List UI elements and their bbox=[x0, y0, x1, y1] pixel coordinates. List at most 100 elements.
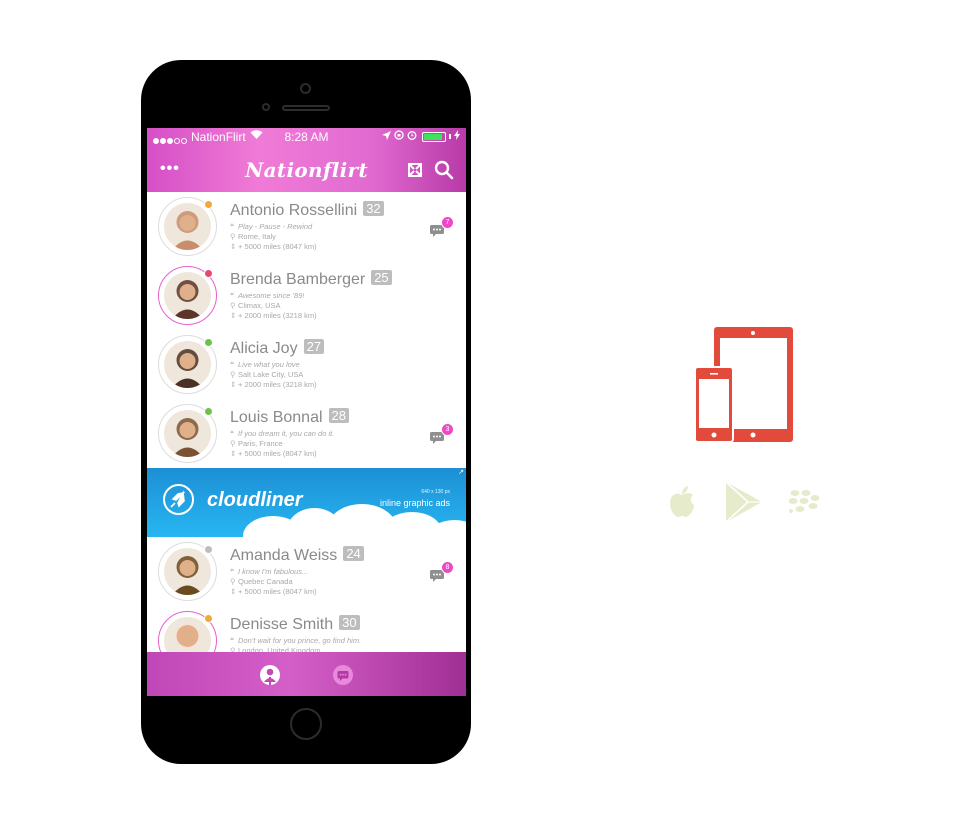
age-badge: 27 bbox=[303, 339, 325, 354]
user-name: Amanda Weiss 24 bbox=[230, 546, 364, 565]
quote-icon: ❝ bbox=[230, 222, 235, 231]
quote-text: Don't wait for you prince, go find him. bbox=[238, 636, 362, 645]
rotation-lock-icon bbox=[394, 130, 404, 143]
search-icon[interactable] bbox=[434, 160, 454, 180]
user-location: ⚲ Paris, France bbox=[230, 439, 283, 448]
app-header: NationFlirt 8:28 AM ••• Nationflirt bbox=[147, 128, 466, 192]
quote-icon: ❝ bbox=[230, 291, 235, 300]
status-dot bbox=[204, 407, 213, 416]
carrier-name: NationFlirt bbox=[191, 130, 246, 144]
age-badge: 24 bbox=[343, 546, 364, 561]
quote-icon: ❝ bbox=[230, 360, 235, 369]
avatar bbox=[164, 410, 211, 457]
distance-icon: ⇕ bbox=[230, 242, 237, 251]
user-distance: ⇕ + 5000 miles (8047 km) bbox=[230, 587, 317, 596]
tab-bar bbox=[147, 652, 466, 696]
chat-bubble-icon[interactable] bbox=[430, 224, 444, 237]
rocket-logo-icon bbox=[163, 484, 194, 515]
age-badge: 32 bbox=[363, 201, 384, 216]
status-icons bbox=[382, 130, 460, 143]
user-quote: ❝ Play - Pause - Rewind bbox=[230, 222, 312, 231]
age-badge: 25 bbox=[371, 270, 392, 285]
pin-icon: ⚲ bbox=[230, 301, 236, 310]
user-list: Antonio Rossellini 32 ❝ Play - Pause - Rewi… bbox=[147, 192, 466, 675]
phone-frame: NationFlirt 8:28 AM ••• Nationflirt Anto… bbox=[141, 60, 471, 764]
user-name: Alicia Joy 27 bbox=[230, 339, 325, 358]
user-name-text: Alicia Joy bbox=[230, 340, 298, 357]
user-row[interactable]: Alicia Joy 27 ❝ Live what you love ⚲ Salt Lak… bbox=[147, 330, 466, 399]
user-row[interactable]: Louis Bonnal 28 ❝ If you dream it, you can … bbox=[147, 399, 466, 468]
status-bar: NationFlirt 8:28 AM bbox=[147, 128, 466, 148]
charging-bolt-icon bbox=[454, 130, 460, 143]
message-count-badge: 7 bbox=[442, 217, 453, 228]
chat-bubble-icon[interactable] bbox=[430, 431, 444, 444]
user-name-text: Brenda Bamberger bbox=[230, 271, 366, 288]
user-name-text: Louis Bonnal bbox=[230, 409, 323, 426]
user-row[interactable]: Amanda Weiss 24 ❝ I know I'm fabulous... ⚲ Qu… bbox=[147, 537, 466, 606]
user-quote: ❝ Don't wait for you prince, go find him. bbox=[230, 636, 361, 645]
status-dot bbox=[204, 545, 213, 554]
alarm-icon bbox=[407, 130, 417, 143]
google-play-icon bbox=[724, 480, 764, 529]
user-distance: ⇕ + 2000 miles (3218 km) bbox=[230, 311, 317, 320]
battery-tip bbox=[449, 134, 451, 139]
blackberry-icon bbox=[788, 489, 820, 520]
location-text: Paris, France bbox=[238, 439, 283, 448]
profile-tab-icon[interactable] bbox=[259, 664, 281, 686]
app-screen: NationFlirt 8:28 AM ••• Nationflirt Anto… bbox=[147, 128, 466, 696]
user-name-text: Antonio Rossellini bbox=[230, 202, 358, 219]
sensor bbox=[262, 103, 270, 111]
apple-icon bbox=[669, 486, 695, 523]
distance-text: + 2000 miles (3218 km) bbox=[238, 311, 317, 320]
ad-info-icon[interactable]: ↗ bbox=[458, 468, 464, 476]
avatar bbox=[164, 341, 211, 388]
status-dot bbox=[204, 200, 213, 209]
pin-icon: ⚲ bbox=[230, 232, 236, 241]
chat-tab-icon[interactable] bbox=[332, 664, 354, 686]
ad-banner[interactable]: cloudliner 640 x 130 px inline graphic a… bbox=[147, 468, 466, 537]
battery-icon bbox=[422, 131, 446, 142]
user-location: ⚲ Climax, USA bbox=[230, 301, 281, 310]
earpiece-speaker bbox=[282, 105, 330, 111]
avatar-ring bbox=[158, 266, 217, 325]
distance-icon: ⇕ bbox=[230, 380, 237, 389]
user-quote: ❝ I know I'm fabulous... bbox=[230, 567, 308, 576]
user-name: Antonio Rossellini 32 bbox=[230, 201, 384, 220]
avatar-ring bbox=[158, 335, 217, 394]
user-distance: ⇕ + 5000 miles (8047 km) bbox=[230, 449, 317, 458]
user-name-text: Denisse Smith bbox=[230, 616, 334, 633]
distance-icon: ⇕ bbox=[230, 587, 237, 596]
user-location: ⚲ Quebec Canada bbox=[230, 577, 293, 586]
user-row[interactable]: Antonio Rossellini 32 ❝ Play - Pause - Rewi… bbox=[147, 192, 466, 261]
user-name-text: Amanda Weiss bbox=[230, 547, 338, 564]
status-dot bbox=[204, 614, 213, 623]
location-text: Climax, USA bbox=[238, 301, 281, 310]
user-quote: ❝ Awesome since '89! bbox=[230, 291, 304, 300]
user-location: ⚲ Salt Lake City, USA bbox=[230, 370, 303, 379]
signal-strength-icon bbox=[153, 133, 188, 147]
quote-icon: ❝ bbox=[230, 567, 235, 576]
user-distance: ⇕ + 5000 miles (8047 km) bbox=[230, 242, 317, 251]
user-row[interactable]: Brenda Bamberger 25 ❝ Awesome since '89! ⚲ Cl… bbox=[147, 261, 466, 330]
wifi-icon bbox=[250, 129, 263, 143]
home-button[interactable] bbox=[290, 708, 322, 740]
distance-text: + 5000 miles (8047 km) bbox=[238, 587, 317, 596]
pin-icon: ⚲ bbox=[230, 439, 236, 448]
distance-text: + 5000 miles (8047 km) bbox=[238, 449, 317, 458]
avatar bbox=[164, 548, 211, 595]
location-arrow-icon bbox=[382, 130, 391, 143]
phone-tablet-icon bbox=[694, 327, 795, 443]
ad-brand: cloudliner bbox=[207, 489, 303, 511]
user-quote: ❝ If you dream it, you can do it. bbox=[230, 429, 334, 438]
quote-text: Awesome since '89! bbox=[238, 291, 305, 300]
expand-icon[interactable] bbox=[405, 160, 425, 180]
chat-bubble-icon[interactable] bbox=[430, 569, 444, 582]
location-text: Salt Lake City, USA bbox=[238, 370, 304, 379]
age-badge: 28 bbox=[328, 408, 349, 423]
quote-text: I know I'm fabulous... bbox=[238, 567, 309, 576]
front-camera bbox=[300, 83, 311, 94]
avatar-ring bbox=[158, 404, 217, 463]
avatar bbox=[164, 203, 211, 250]
avatar-ring bbox=[158, 542, 217, 601]
more-menu-icon[interactable]: ••• bbox=[160, 160, 180, 178]
